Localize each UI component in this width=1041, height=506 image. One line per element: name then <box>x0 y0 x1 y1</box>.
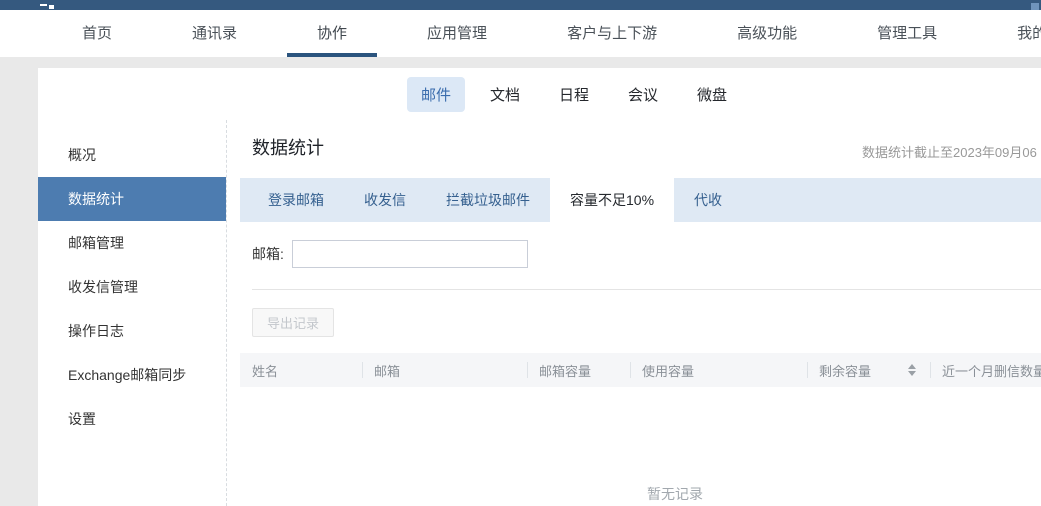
topbar-corner-icon <box>1031 3 1039 10</box>
sidebar-item-settings[interactable]: 设置 <box>38 397 226 441</box>
sidebar-item-send-receive-management[interactable]: 收发信管理 <box>38 265 226 309</box>
app-tab-meeting[interactable]: 会议 <box>614 77 672 112</box>
app-tab-mail[interactable]: 邮件 <box>407 77 465 112</box>
nav-item-my[interactable]: 我的 <box>1017 10 1041 57</box>
nav-item-collaboration[interactable]: 协作 <box>317 10 347 57</box>
export-records-button[interactable]: 导出记录 <box>252 308 334 337</box>
app-tab-docs[interactable]: 文档 <box>476 77 534 112</box>
top-bar <box>0 0 1041 10</box>
nav-item-home[interactable]: 首页 <box>82 10 112 57</box>
column-header-used-capacity: 使用容量 <box>630 353 807 387</box>
statistics-tab-strip: 登录邮箱 收发信 拦截垃圾邮件 容量不足10% 代收 <box>240 178 1041 222</box>
app-tab-drive[interactable]: 微盘 <box>683 77 741 112</box>
app-tab-bar: 邮件 文档 日程 会议 微盘 <box>38 68 1041 120</box>
table-header-row: 姓名 邮箱 邮箱容量 使用容量 剩余容量 近一个月删信数量 <box>240 353 1041 387</box>
sidebar-item-overview[interactable]: 概况 <box>38 133 226 177</box>
column-header-remaining-capacity: 剩余容量 <box>807 353 930 387</box>
statistics-table: 姓名 邮箱 邮箱容量 使用容量 剩余容量 近一个月删信数量 暂无记录 <box>240 353 1041 504</box>
tab-low-capacity[interactable]: 容量不足10% <box>550 178 674 222</box>
app-tab-calendar[interactable]: 日程 <box>545 77 603 112</box>
tab-spam-intercept[interactable]: 拦截垃圾邮件 <box>426 178 550 222</box>
column-header-mailbox-capacity: 邮箱容量 <box>527 353 630 387</box>
primary-nav: 首页 通讯录 协作 应用管理 客户与上下游 高级功能 管理工具 我的 <box>0 10 1041 57</box>
tab-send-receive[interactable]: 收发信 <box>344 178 426 222</box>
mailbox-input[interactable] <box>292 240 528 268</box>
statistics-panel: 数据统计 数据统计截止至2023年09月06 登录邮箱 收发信 拦截垃圾邮件 容… <box>227 120 1041 506</box>
tab-login-mailbox[interactable]: 登录邮箱 <box>248 178 344 222</box>
section-divider <box>252 289 1041 290</box>
column-header-mailbox: 邮箱 <box>362 353 527 387</box>
mail-sidebar: 概况 数据统计 邮箱管理 收发信管理 操作日志 Exchange邮箱同步 设置 <box>38 120 227 506</box>
tab-proxy-collect[interactable]: 代收 <box>674 178 742 222</box>
column-header-monthly-deleted: 近一个月删信数量 <box>930 353 1041 387</box>
sidebar-item-exchange-sync[interactable]: Exchange邮箱同步 <box>38 353 226 397</box>
column-header-name: 姓名 <box>240 353 362 387</box>
mailbox-filter-row: 邮箱: <box>252 240 1041 268</box>
nav-item-app-management[interactable]: 应用管理 <box>427 10 487 57</box>
empty-state-text: 暂无记录 <box>240 387 1041 504</box>
sidebar-item-operation-log[interactable]: 操作日志 <box>38 309 226 353</box>
mailbox-label: 邮箱: <box>252 244 284 264</box>
sidebar-item-mailbox-management[interactable]: 邮箱管理 <box>38 221 226 265</box>
statistics-cutoff-note: 数据统计截止至2023年09月06 <box>862 142 1037 161</box>
sidebar-item-statistics[interactable]: 数据统计 <box>38 177 226 221</box>
nav-item-advanced[interactable]: 高级功能 <box>737 10 797 57</box>
remaining-capacity-label: 剩余容量 <box>819 361 871 380</box>
sort-icon[interactable] <box>908 364 916 376</box>
nav-item-admin-tools[interactable]: 管理工具 <box>877 10 937 57</box>
nav-item-contacts[interactable]: 通讯录 <box>192 10 237 57</box>
nav-item-customers[interactable]: 客户与上下游 <box>567 10 657 57</box>
page-title: 数据统计 <box>252 134 324 160</box>
content-card: 邮件 文档 日程 会议 微盘 概况 数据统计 邮箱管理 收发信管理 操作日志 E… <box>38 68 1041 506</box>
